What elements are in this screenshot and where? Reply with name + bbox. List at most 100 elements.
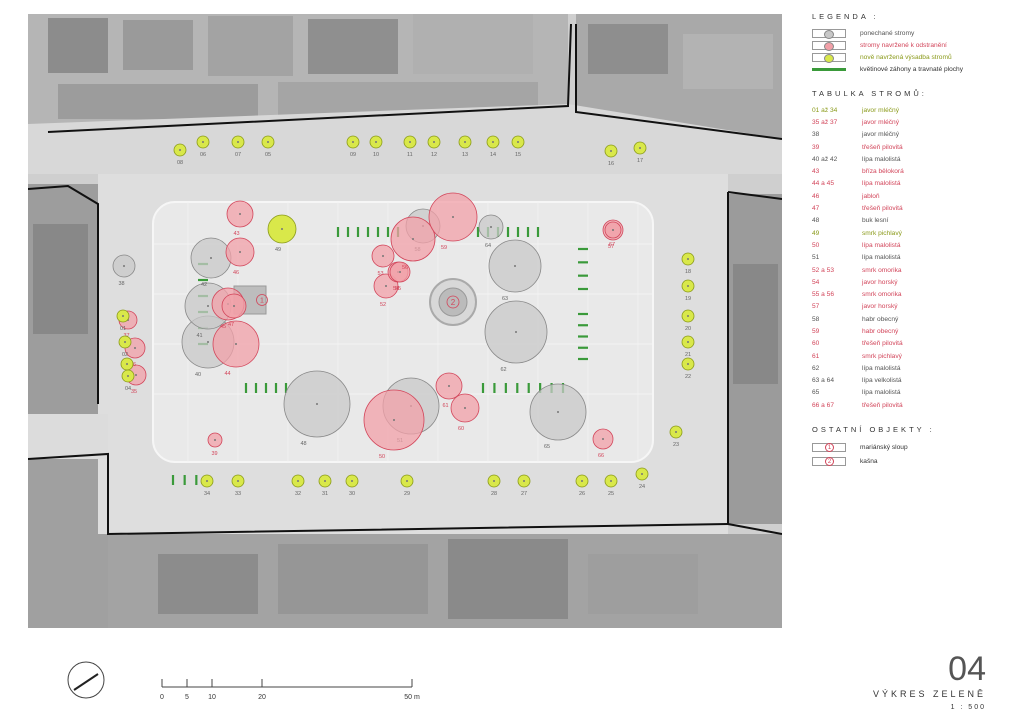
legend-item-new: nově navržená výsadba stromů [812, 51, 1015, 63]
tree-species: javor horský [862, 278, 898, 286]
tree-label: 42 [201, 282, 207, 288]
tree-label: 18 [685, 269, 691, 275]
legend-title: LEGENDA : [812, 12, 879, 21]
scale-bar: 0 5 10 20 50 m [160, 675, 440, 710]
tree-table-row: 44 a 45 lípa malolistá [812, 178, 1015, 190]
tree-id: 55 a 56 [812, 291, 834, 299]
tree-label: 39 [212, 451, 218, 457]
tree-label: 50 [379, 454, 385, 460]
tree-species: javor horský [862, 303, 898, 311]
tree-label: 16 [608, 161, 614, 167]
scale-label: 0 [160, 694, 164, 701]
tree-id: 58 [812, 315, 820, 323]
tree-label: 01 [120, 326, 126, 332]
tree-label: 04 [125, 386, 131, 392]
tree-label: 02 [122, 352, 128, 358]
tree-id: 49 [812, 229, 820, 237]
tree-label: 26 [579, 491, 585, 497]
tree-label: 09 [350, 152, 356, 158]
legend-label: květinové záhony a travnaté plochy [860, 65, 963, 73]
tree-table-row: 35 až 37 javor mléčný [812, 116, 1015, 128]
tree-label: 47 [228, 322, 234, 328]
tree-table-row: 43 bříza bělokorá [812, 165, 1015, 177]
tree-label: 56 [402, 265, 408, 271]
tree-id: 61 [812, 352, 820, 360]
tree-species: lípa malolistá [862, 155, 901, 163]
tree-label: 49 [275, 247, 281, 253]
tree-table-row: 54 javor horský [812, 276, 1015, 288]
tree-id: 47 [812, 205, 820, 213]
tree-id: 63 a 64 [812, 377, 834, 385]
tree-table-row: 57 javor horský [812, 301, 1015, 313]
legend-item-bed: květinové záhony a travnaté plochy [812, 63, 1015, 75]
tree-label: 15 [515, 152, 521, 158]
tree-table-row: 66 a 67 třešeň pilovitá [812, 399, 1015, 411]
tree-id: 59 [812, 327, 820, 335]
tree-label: 25 [608, 491, 614, 497]
tree-id: 40 až 42 [812, 155, 838, 163]
tree-label: 07 [235, 152, 241, 158]
tree-label: 53 [378, 271, 384, 277]
tree-id: 52 a 53 [812, 266, 834, 274]
tree-label: 52 [380, 302, 386, 308]
tree-table-title: TABULKA STROMŮ: [812, 89, 927, 98]
tree-species: habr obecný [862, 327, 899, 335]
tree-id: 65 [812, 389, 820, 397]
legend-symbol-remove [812, 40, 846, 51]
tree-id: 54 [812, 278, 820, 286]
sheet-scale: 1 : 500 [950, 704, 986, 711]
tree-label: 43 [234, 231, 240, 237]
tree-table-row: 51 lípa malolistá [812, 252, 1015, 264]
tree-table-row: 55 a 56 smrk omorika [812, 288, 1015, 300]
tree-label: 19 [685, 296, 691, 302]
scale-label: 5 [185, 694, 189, 701]
legend-symbol-kept [812, 28, 846, 39]
tree-table-row: 50 lípa malolistá [812, 239, 1015, 251]
tree-id: 60 [812, 340, 820, 348]
tree-label: 12 [431, 152, 437, 158]
sheet-number: 04 [948, 650, 986, 688]
site-plan-map[interactable]: 1 2 384041424851586263646535363739434445… [28, 14, 782, 628]
tree-label: 61 [443, 403, 449, 409]
legend-label: ponechané stromy [860, 29, 915, 37]
tree-table-row: 38 javor mléčný [812, 129, 1015, 141]
tree-label: 29 [404, 491, 410, 497]
tree-id: 62 [812, 364, 820, 372]
tree-table-row: 52 a 53 smrk omorika [812, 264, 1015, 276]
tree-label: 28 [491, 491, 497, 497]
tree-id: 38 [812, 131, 820, 139]
tree-label: 64 [485, 243, 491, 249]
tree-table-row: 59 habr obecný [812, 325, 1015, 337]
tree-table-row: 58 habr obecný [812, 313, 1015, 325]
tree-table-row: 01 až 34 javor mléčný [812, 104, 1015, 116]
tree-label: 59 [441, 245, 447, 251]
tree-species: jabloň [862, 192, 880, 200]
other-object-item: 2 kašna [812, 454, 1015, 468]
north-arrow [66, 660, 106, 705]
tree-label: 32 [295, 491, 301, 497]
tree-label: 48 [301, 441, 307, 447]
tree-species: habr obecný [862, 315, 899, 323]
tree-label: 38 [119, 281, 125, 287]
tree-species: lípa malolistá [862, 389, 901, 397]
legend-symbol-bed [812, 65, 846, 74]
tree-label: 31 [322, 491, 328, 497]
tree-label: 22 [685, 374, 691, 380]
tree-label: 35 [131, 389, 137, 395]
scale-label: 20 [258, 694, 266, 701]
tree-species: bříza bělokorá [862, 168, 904, 176]
tree-id: 01 až 34 [812, 106, 838, 114]
legend-item-kept: ponechané stromy [812, 27, 1015, 39]
scale-label: 50 m [404, 694, 420, 701]
tree-table-row: 63 a 64 lípa velkolistá [812, 375, 1015, 387]
site-plan-svg: 1 2 384041424851586263646535363739434445… [28, 14, 782, 628]
tree-table-row: 46 jabloň [812, 190, 1015, 202]
tree-species: lípa malolistá [862, 364, 901, 372]
tree-table-row: 61 smrk pichlavý [812, 350, 1015, 362]
tree-label: 10 [373, 152, 379, 158]
tree-label: 33 [235, 491, 241, 497]
tree-id: 44 a 45 [812, 180, 834, 188]
tree-id: 48 [812, 217, 820, 225]
tree-label: 11 [407, 152, 413, 158]
tree-label: 66 [598, 453, 604, 459]
